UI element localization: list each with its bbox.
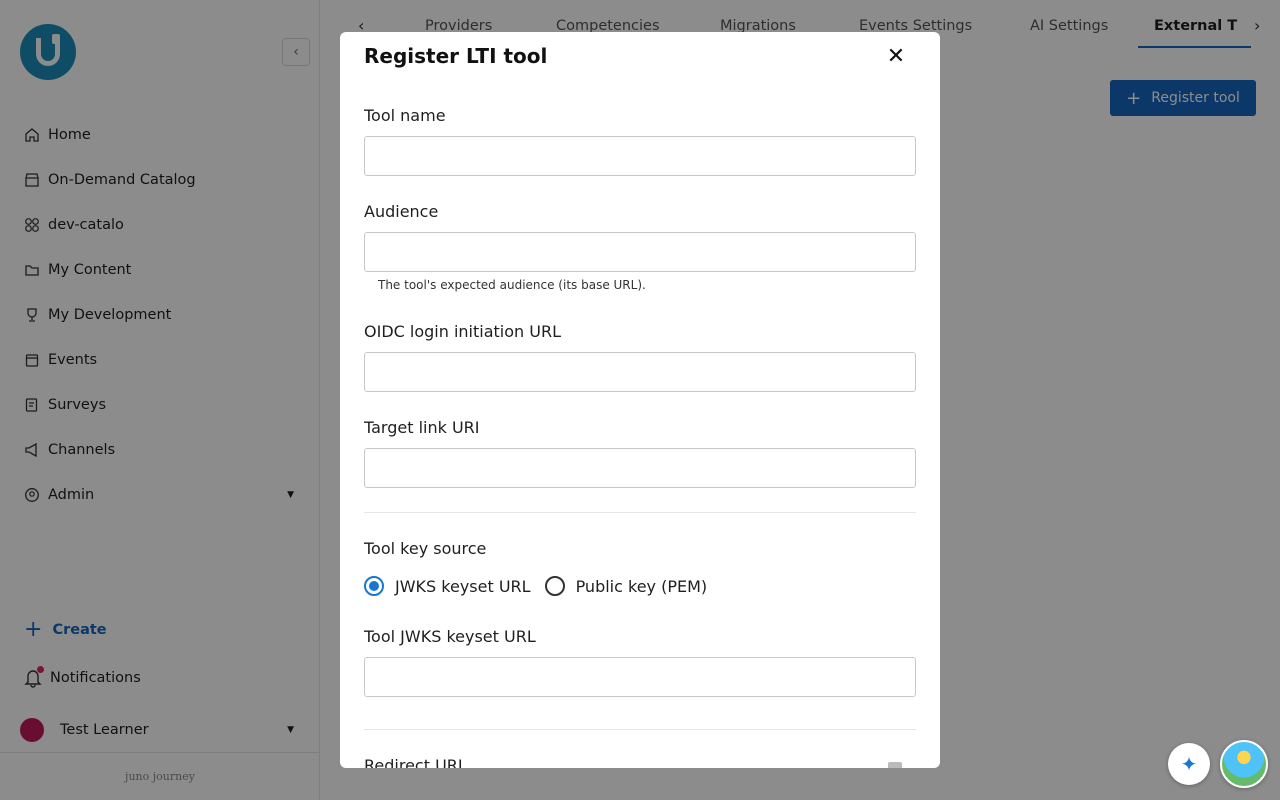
redirect-label: Redirect URL [364, 756, 467, 768]
radio-button[interactable] [544, 576, 565, 596]
jwks-label: Tool JWKS keyset URL [364, 627, 536, 646]
tool-name-input[interactable] [364, 136, 916, 176]
close-button[interactable]: ✕ [884, 43, 908, 69]
ai-assistant-button[interactable]: ✦ [1168, 743, 1210, 785]
key-source-label: Tool key source [364, 539, 487, 558]
profile-avatar-button[interactable] [1220, 740, 1268, 788]
target-link-input[interactable] [364, 448, 916, 488]
oidc-label: OIDC login initiation URL [364, 322, 561, 341]
radio-label: JWKS keyset URL [395, 576, 531, 596]
tool-name-label: Tool name [364, 106, 446, 125]
sparkle-icon: ✦ [1180, 752, 1198, 776]
jwks-input[interactable] [364, 657, 916, 697]
audience-input[interactable] [364, 232, 916, 272]
audience-helper-text: The tool's expected audience (its base U… [378, 278, 646, 292]
key-source-radio-group: JWKS keyset URL Public key (PEM) [364, 576, 721, 596]
oidc-input[interactable] [364, 352, 916, 392]
radio-option-jwks[interactable]: JWKS keyset URL [364, 576, 531, 596]
close-icon: ✕ [886, 43, 906, 69]
radio-option-pem[interactable]: Public key (PEM) [544, 576, 708, 596]
audience-label: Audience [364, 202, 439, 221]
modal-title: Register LTI tool [364, 44, 548, 68]
divider [364, 729, 916, 730]
radio-label: Public key (PEM) [575, 576, 708, 596]
target-link-label: Target link URI [364, 418, 480, 437]
register-lti-modal: Register LTI tool ✕ Tool name Audience T… [340, 32, 940, 768]
divider [364, 512, 916, 513]
radio-button-checked[interactable] [364, 576, 384, 596]
trash-icon[interactable] [888, 762, 902, 768]
